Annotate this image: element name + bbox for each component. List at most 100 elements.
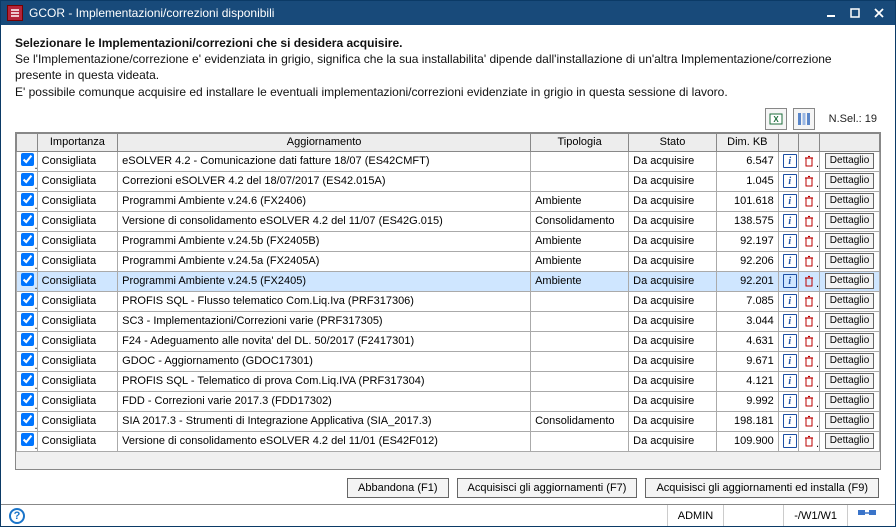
row-checkbox[interactable]: [21, 253, 34, 266]
dettaglio-button[interactable]: Dettaglio: [825, 253, 874, 269]
info-icon[interactable]: i: [783, 254, 797, 268]
dettaglio-button[interactable]: Dettaglio: [825, 153, 874, 169]
minimize-button[interactable]: [821, 5, 841, 21]
cell-aggiornamento: F24 - Adeguamento alle novita' del DL. 5…: [118, 331, 531, 351]
table-row[interactable]: ConsigliataVersione di consolidamento eS…: [17, 431, 880, 451]
row-checkbox[interactable]: [21, 233, 34, 246]
dettaglio-button[interactable]: Dettaglio: [825, 273, 874, 289]
info-icon[interactable]: i: [783, 154, 797, 168]
acquisisci-installa-button[interactable]: Acquisisci gli aggiornamenti ed installa…: [645, 478, 879, 498]
info-icon[interactable]: i: [783, 434, 797, 448]
table-row[interactable]: ConsigliataProgrammi Ambiente v.24.6 (FX…: [17, 191, 880, 211]
dettaglio-button[interactable]: Dettaglio: [825, 373, 874, 389]
cell-stato: Da acquisire: [629, 371, 717, 391]
table-row[interactable]: ConsigliataProgrammi Ambiente v.24.5 (FX…: [17, 271, 880, 291]
selection-count: N.Sel.: 19: [829, 113, 877, 125]
table-row[interactable]: ConsigliataGDOC - Aggiornamento (GDOC173…: [17, 351, 880, 371]
row-checkbox[interactable]: [21, 273, 34, 286]
delete-icon[interactable]: [803, 433, 815, 447]
info-icon[interactable]: i: [783, 394, 797, 408]
table-row[interactable]: ConsigliataProgrammi Ambiente v.24.5b (F…: [17, 231, 880, 251]
dettaglio-button[interactable]: Dettaglio: [825, 413, 874, 429]
info-icon[interactable]: i: [783, 214, 797, 228]
row-checkbox[interactable]: [21, 313, 34, 326]
col-checkbox[interactable]: [17, 133, 38, 151]
info-icon[interactable]: i: [783, 234, 797, 248]
delete-icon[interactable]: [803, 353, 815, 367]
delete-icon[interactable]: [803, 253, 815, 267]
cell-dimkb: 9.671: [716, 351, 778, 371]
acquisisci-button[interactable]: Acquisisci gli aggiornamenti (F7): [457, 478, 638, 498]
delete-icon[interactable]: [803, 333, 815, 347]
cell-importanza: Consigliata: [37, 371, 118, 391]
row-checkbox[interactable]: [21, 433, 34, 446]
table-row[interactable]: ConsigliataVersione di consolidamento eS…: [17, 211, 880, 231]
row-checkbox[interactable]: [21, 353, 34, 366]
info-icon[interactable]: i: [783, 194, 797, 208]
help-icon[interactable]: ?: [9, 508, 25, 524]
table-row[interactable]: ConsigliataSIA 2017.3 - Strumenti di Int…: [17, 411, 880, 431]
export-excel-button[interactable]: X: [765, 108, 787, 130]
info-icon[interactable]: i: [783, 314, 797, 328]
cell-aggiornamento: Versione di consolidamento eSOLVER 4.2 d…: [118, 211, 531, 231]
dettaglio-button[interactable]: Dettaglio: [825, 293, 874, 309]
columns-config-button[interactable]: [793, 108, 815, 130]
delete-icon[interactable]: [803, 273, 815, 287]
row-checkbox[interactable]: [21, 173, 34, 186]
delete-icon[interactable]: [803, 233, 815, 247]
delete-icon[interactable]: [803, 193, 815, 207]
info-icon[interactable]: i: [783, 374, 797, 388]
delete-icon[interactable]: [803, 173, 815, 187]
cell-importanza: Consigliata: [37, 171, 118, 191]
row-checkbox[interactable]: [21, 373, 34, 386]
table-row[interactable]: ConsigliataSC3 - Implementazioni/Correzi…: [17, 311, 880, 331]
titlebar: GCOR - Implementazioni/correzioni dispon…: [1, 1, 895, 25]
dettaglio-button[interactable]: Dettaglio: [825, 233, 874, 249]
dettaglio-button[interactable]: Dettaglio: [825, 213, 874, 229]
instructions-line3: E' possibile comunque acquisire ed insta…: [15, 84, 881, 100]
info-icon[interactable]: i: [783, 174, 797, 188]
abbandona-button[interactable]: Abbandona (F1): [347, 478, 449, 498]
table-row[interactable]: ConsigliataPROFIS SQL - Telematico di pr…: [17, 371, 880, 391]
table-row[interactable]: ConsigliataF24 - Adeguamento alle novita…: [17, 331, 880, 351]
col-importanza[interactable]: Importanza: [37, 133, 118, 151]
table-row[interactable]: ConsigliataPROFIS SQL - Flusso telematic…: [17, 291, 880, 311]
row-checkbox[interactable]: [21, 393, 34, 406]
dettaglio-button[interactable]: Dettaglio: [825, 333, 874, 349]
row-checkbox[interactable]: [21, 413, 34, 426]
delete-icon[interactable]: [803, 153, 815, 167]
dettaglio-button[interactable]: Dettaglio: [825, 353, 874, 369]
dettaglio-button[interactable]: Dettaglio: [825, 193, 874, 209]
row-checkbox[interactable]: [21, 213, 34, 226]
table-row[interactable]: ConsigliataeSOLVER 4.2 - Comunicazione d…: [17, 151, 880, 171]
table-row[interactable]: ConsigliataFDD - Correzioni varie 2017.3…: [17, 391, 880, 411]
info-icon[interactable]: i: [783, 334, 797, 348]
col-tipologia[interactable]: Tipologia: [531, 133, 629, 151]
delete-icon[interactable]: [803, 413, 815, 427]
dettaglio-button[interactable]: Dettaglio: [825, 173, 874, 189]
info-icon[interactable]: i: [783, 414, 797, 428]
row-checkbox[interactable]: [21, 293, 34, 306]
delete-icon[interactable]: [803, 213, 815, 227]
table-row[interactable]: ConsigliataCorrezioni eSOLVER 4.2 del 18…: [17, 171, 880, 191]
row-checkbox[interactable]: [21, 153, 34, 166]
dettaglio-button[interactable]: Dettaglio: [825, 313, 874, 329]
col-aggiornamento[interactable]: Aggiornamento: [118, 133, 531, 151]
dettaglio-button[interactable]: Dettaglio: [825, 433, 874, 449]
col-dimkb[interactable]: Dim. KB: [716, 133, 778, 151]
info-icon[interactable]: i: [783, 294, 797, 308]
dettaglio-button[interactable]: Dettaglio: [825, 393, 874, 409]
delete-icon[interactable]: [803, 293, 815, 307]
row-checkbox[interactable]: [21, 333, 34, 346]
delete-icon[interactable]: [803, 313, 815, 327]
delete-icon[interactable]: [803, 373, 815, 387]
col-stato[interactable]: Stato: [629, 133, 717, 151]
row-checkbox[interactable]: [21, 193, 34, 206]
maximize-button[interactable]: [845, 5, 865, 21]
table-row[interactable]: ConsigliataProgrammi Ambiente v.24.5a (F…: [17, 251, 880, 271]
close-button[interactable]: [869, 5, 889, 21]
grid-scroll[interactable]: Importanza Aggiornamento Tipologia Stato…: [16, 133, 880, 469]
delete-icon[interactable]: [803, 393, 815, 407]
info-icon[interactable]: i: [783, 274, 797, 288]
info-icon[interactable]: i: [783, 354, 797, 368]
